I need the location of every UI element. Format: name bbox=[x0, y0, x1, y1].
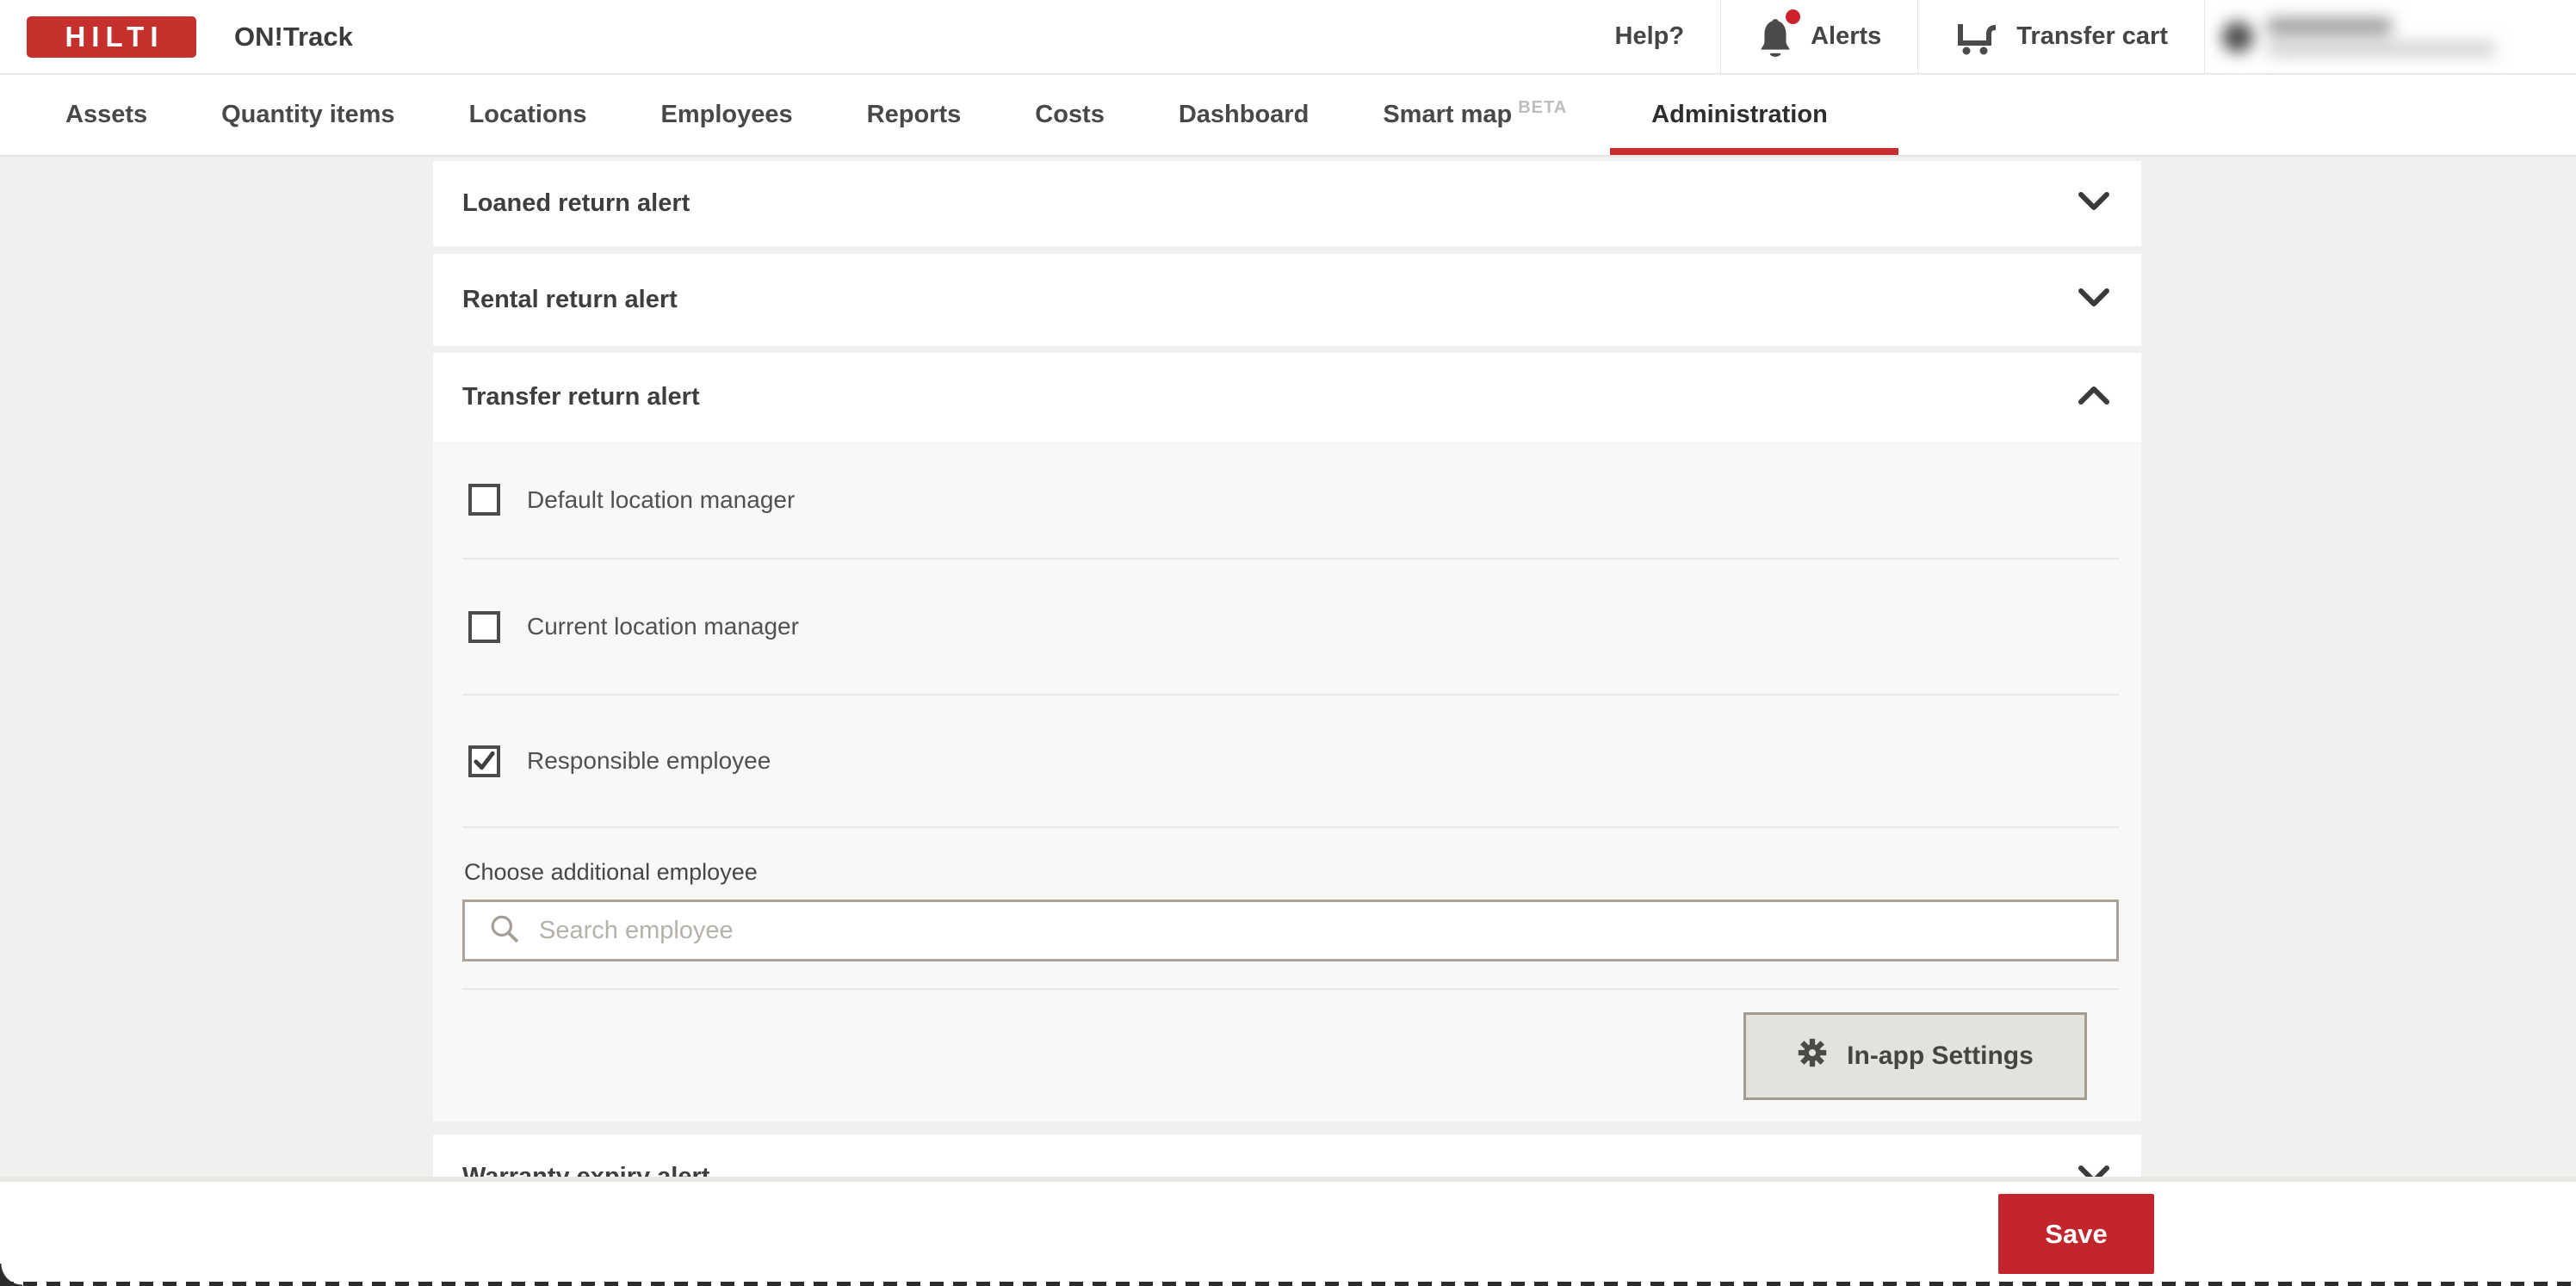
accordion-gap bbox=[433, 1122, 2141, 1135]
alerts-settings-panel: Loaned return alert Rental return alert … bbox=[433, 161, 2141, 1220]
nav-item-locations[interactable]: Locations bbox=[469, 101, 587, 129]
accordion-transfer-return-alert[interactable]: Transfer return alert bbox=[433, 353, 2141, 442]
responsible-employee-label: Responsible employee bbox=[527, 747, 771, 775]
help-label: Help? bbox=[1615, 22, 1685, 51]
gear-icon bbox=[1797, 1037, 1828, 1075]
current-location-manager-row: Current location manager bbox=[462, 560, 2119, 696]
window-corner bbox=[0, 1264, 22, 1286]
user-name-lines bbox=[2267, 18, 2495, 56]
transfer-return-alert-title: Transfer return alert bbox=[462, 383, 700, 411]
help-button[interactable]: Help? bbox=[1579, 0, 1721, 74]
nav-item-assets[interactable]: Assets bbox=[65, 101, 147, 129]
loaned-return-alert-title: Loaned return alert bbox=[462, 189, 690, 218]
chevron-down-icon bbox=[2078, 288, 2110, 312]
search-icon bbox=[489, 913, 520, 949]
inapp-settings-button[interactable]: In-app Settings bbox=[1743, 1012, 2087, 1100]
responsible-employee-checkbox-checked[interactable] bbox=[468, 745, 500, 777]
nav-item-employees[interactable]: Employees bbox=[661, 101, 793, 129]
transfer-cart-button[interactable]: Transfer cart bbox=[1917, 0, 2204, 74]
main-nav: Assets Quantity items Locations Employee… bbox=[0, 75, 2576, 157]
accordion-rental-return-alert[interactable]: Rental return alert bbox=[433, 254, 2141, 346]
nav-item-quantity-items[interactable]: Quantity items bbox=[221, 101, 394, 129]
rental-return-alert-title: Rental return alert bbox=[462, 286, 678, 314]
nav-item-dashboard[interactable]: Dashboard bbox=[1179, 101, 1309, 129]
footer-bar: Save bbox=[0, 1177, 2576, 1286]
beta-badge: BETA bbox=[1518, 98, 1567, 117]
default-location-manager-checkbox[interactable] bbox=[468, 484, 500, 516]
avatar bbox=[2222, 22, 2253, 53]
choose-additional-employee-block: Choose additional employee bbox=[462, 828, 2119, 990]
save-button[interactable]: Save bbox=[1998, 1194, 2154, 1274]
accordion-loaned-return-alert[interactable]: Loaned return alert bbox=[433, 161, 2141, 246]
product-title: ON!Track bbox=[234, 22, 353, 53]
top-bar: HILTI ON!Track Help? Alerts Transfer car… bbox=[0, 0, 2576, 74]
administration-label: Administration bbox=[1651, 101, 1828, 129]
user-company-blur bbox=[2267, 42, 2495, 56]
inapp-settings-row: In-app Settings bbox=[462, 990, 2119, 1122]
choose-additional-employee-label: Choose additional employee bbox=[462, 859, 2119, 886]
search-employee-input[interactable] bbox=[539, 905, 2116, 956]
alerts-label: Alerts bbox=[1811, 22, 1881, 51]
user-account-menu[interactable] bbox=[2204, 0, 2576, 74]
current-location-manager-checkbox[interactable] bbox=[468, 611, 500, 643]
transfer-return-alert-body: Default location manager Current locatio… bbox=[433, 442, 2141, 1122]
nav-item-administration[interactable]: Administration bbox=[1610, 75, 1898, 155]
chevron-up-icon bbox=[2078, 386, 2110, 409]
responsible-employee-row: Responsible employee bbox=[462, 696, 2119, 828]
bell-icon bbox=[1757, 17, 1793, 57]
transfer-cart-label: Transfer cart bbox=[2016, 22, 2168, 51]
user-name-blur bbox=[2267, 18, 2392, 34]
unread-alerts-badge bbox=[1786, 9, 1800, 24]
employee-search-box bbox=[462, 900, 2119, 961]
cart-icon bbox=[1954, 17, 1999, 57]
smart-map-label: Smart map bbox=[1383, 101, 1512, 128]
redacted-user-info bbox=[2222, 18, 2495, 56]
inapp-settings-label: In-app Settings bbox=[1847, 1042, 2034, 1071]
alerts-button[interactable]: Alerts bbox=[1720, 0, 1917, 74]
current-location-manager-label: Current location manager bbox=[527, 613, 799, 640]
default-location-manager-label: Default location manager bbox=[527, 486, 795, 514]
default-location-manager-row: Default location manager bbox=[462, 442, 2119, 560]
hilti-logo-text: HILTI bbox=[65, 21, 164, 53]
hilti-logo[interactable]: HILTI bbox=[27, 16, 196, 58]
window-bottom-edge bbox=[0, 1282, 2576, 1286]
content-area: Loaned return alert Rental return alert … bbox=[0, 157, 2576, 1286]
chevron-down-icon bbox=[2078, 192, 2110, 215]
nav-item-smart-map[interactable]: Smart map BETA bbox=[1383, 101, 1567, 129]
nav-item-costs[interactable]: Costs bbox=[1035, 101, 1105, 129]
nav-item-reports[interactable]: Reports bbox=[867, 101, 962, 129]
